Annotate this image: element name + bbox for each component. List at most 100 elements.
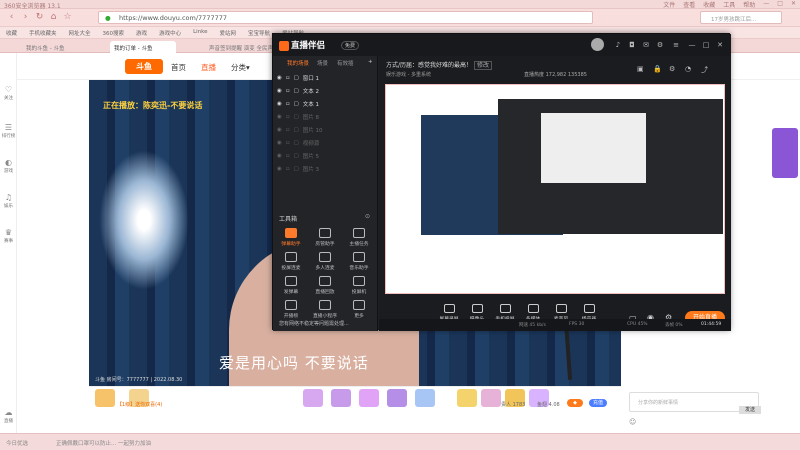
add-scene-icon[interactable]: + — [368, 59, 373, 65]
bell-icon[interactable]: ◔ — [685, 65, 691, 73]
tool-item[interactable]: 直播小程序 — [311, 300, 339, 319]
lock-icon[interactable]: 🔒 — [653, 65, 662, 73]
douyu-logo[interactable]: 斗鱼 — [125, 59, 163, 74]
maximize-icon[interactable]: □ — [701, 40, 711, 50]
gift-item[interactable] — [303, 389, 323, 407]
tab-orders[interactable]: 我的订单 - 斗鱼 — [110, 41, 176, 53]
bookmark-item[interactable]: 360搜索 — [103, 29, 125, 38]
menu-view[interactable]: 查看 — [683, 0, 695, 9]
tab-scene[interactable]: 场景 — [317, 59, 328, 67]
nav-live[interactable]: 直播 — [201, 62, 216, 73]
sidenav-follow[interactable]: ♡ 关注 — [0, 85, 17, 101]
status-left[interactable]: 今日优选 — [6, 439, 28, 447]
minimize-icon[interactable]: — — [763, 0, 769, 9]
home-icon[interactable]: ⌂ — [48, 12, 59, 23]
gold-badge[interactable]: ◆ — [567, 399, 583, 407]
gift-item[interactable] — [415, 389, 435, 407]
avatar[interactable] — [591, 38, 604, 51]
refresh-icon[interactable]: ↻ — [34, 12, 45, 23]
gift-item[interactable] — [387, 389, 407, 407]
eye-icon[interactable]: ◉ — [277, 75, 282, 81]
close-icon[interactable]: ✕ — [791, 0, 796, 9]
bookmark-item[interactable]: 收藏 — [6, 29, 17, 38]
emoji-icon[interactable]: ☺ — [629, 418, 636, 426]
gift-item[interactable] — [359, 389, 379, 407]
tool-item[interactable]: 更多 — [345, 300, 373, 319]
source-item[interactable]: ◉ ▫ ▢ 图片 8 — [277, 112, 319, 122]
network-warning[interactable]: 您有网络不稳定等问题需处理... — [279, 320, 349, 327]
tool-item[interactable]: 多人连麦 — [311, 252, 339, 271]
gift-item[interactable] — [331, 389, 351, 407]
address-bar[interactable]: ● https://www.douyu.com/7777777 — [98, 11, 593, 24]
lock-icon[interactable]: ▫ — [286, 140, 290, 146]
settings-icon[interactable]: ⚙ — [655, 40, 665, 50]
menu-favorites[interactable]: 收藏 — [703, 0, 715, 9]
mail-icon[interactable]: ✉ — [641, 40, 651, 50]
bookmark-item[interactable]: 爱站网 — [220, 29, 237, 38]
ad-banner[interactable] — [772, 128, 798, 178]
bookmark-item[interactable]: 游戏中心 — [159, 29, 181, 38]
sidenav-rank[interactable]: ☰ 排行榜 — [0, 123, 17, 139]
eye-icon[interactable]: ◉ — [277, 127, 282, 133]
recharge-button[interactable]: 充值 — [589, 399, 607, 407]
gift-item[interactable] — [457, 389, 477, 407]
edit-title-button[interactable]: 修改 — [473, 61, 492, 70]
tab-plugins[interactable]: 有效插 — [337, 59, 354, 67]
lock-icon[interactable]: ▫ — [286, 127, 290, 133]
sidenav-live[interactable]: ☁ 直播 — [0, 408, 17, 424]
status-news[interactable]: 正确佩戴口罩可以防止... 一起努力加油 — [56, 439, 151, 447]
forward-icon[interactable]: › — [20, 12, 31, 23]
sidenav-games[interactable]: ◐ 游戏 — [0, 158, 17, 174]
tool-item[interactable]: 直播回放 — [311, 276, 339, 295]
tool-item[interactable]: 弹幕助手 — [277, 228, 305, 247]
eye-icon[interactable]: ◉ — [277, 101, 282, 107]
headset-icon[interactable]: ♪ — [613, 40, 623, 50]
toolbox-more-icon[interactable]: ⊙ — [365, 213, 370, 220]
menu-tools[interactable]: 工具 — [723, 0, 735, 9]
share-icon[interactable]: ⤴ — [701, 65, 708, 75]
nav-category[interactable]: 分类▾ — [231, 62, 250, 73]
eye-icon[interactable]: ◉ — [277, 114, 282, 120]
source-item[interactable]: ◉ ▫ ▢ 文本 1 — [277, 99, 319, 109]
lock-icon[interactable]: ▫ — [286, 166, 290, 172]
eye-icon[interactable]: ◉ — [277, 166, 282, 172]
lock-icon[interactable]: ▫ — [286, 101, 290, 107]
sidenav-events[interactable]: ♛ 赛事 — [0, 228, 17, 244]
menu-file[interactable]: 文件 — [663, 0, 675, 9]
tool-item[interactable]: 音乐助手 — [345, 252, 373, 271]
bookmark-item[interactable]: 手机收藏夹 — [29, 29, 57, 38]
tab-douyu[interactable]: 我的斗鱼 - 斗鱼 — [22, 41, 84, 53]
eye-icon[interactable]: ◉ — [277, 140, 282, 146]
lock-icon[interactable]: ▫ — [286, 88, 290, 94]
tool-item[interactable]: 主播任务 — [345, 228, 373, 247]
source-item[interactable]: ◉ ▫ ▢ 窗口 1 — [277, 73, 319, 83]
back-icon[interactable]: ‹ — [6, 12, 17, 23]
bookmark-item[interactable]: Linke — [193, 29, 207, 38]
tool-item[interactable]: 投屏连麦 — [277, 252, 305, 271]
menu-icon[interactable]: ≡ — [671, 40, 681, 50]
gift-item[interactable] — [95, 389, 115, 407]
nav-home[interactable]: 首页 — [171, 62, 186, 73]
minimize-icon[interactable]: — — [687, 40, 697, 50]
search-input[interactable]: 17岁男孩跳江后... — [700, 11, 782, 24]
tool-item[interactable]: 开播榜 — [277, 300, 305, 319]
lock-icon[interactable]: ▫ — [286, 114, 290, 120]
layout-icon[interactable]: ▣ — [637, 65, 644, 73]
source-item[interactable]: ◉ ▫ ▢ 图片 3 — [277, 164, 319, 174]
source-item[interactable]: ◉ ▫ ▢ 图片 10 — [277, 125, 323, 135]
maximize-icon[interactable]: □ — [777, 0, 783, 9]
sidenav-fun[interactable]: ♫ 娱乐 — [0, 193, 17, 209]
stream-category[interactable]: 娱乐游戏 - 多重系统 — [386, 71, 431, 78]
gear-icon[interactable]: ⚙ — [669, 65, 675, 73]
menu-help[interactable]: 帮助 — [743, 0, 755, 9]
source-item[interactable]: ◉ ▫ ▢ 视频源 — [277, 138, 319, 148]
bookmark-item[interactable]: 宝宝导航 — [248, 29, 270, 38]
tab-my-scene[interactable]: 我的场景 — [287, 59, 309, 67]
source-item[interactable]: ◉ ▫ ▢ 图片 5 — [277, 151, 319, 161]
stream-preview[interactable] — [385, 84, 725, 294]
source-item[interactable]: ◉ ▫ ▢ 文本 2 — [277, 86, 319, 96]
lock-icon[interactable]: ▫ — [286, 75, 290, 81]
tool-item[interactable]: 发弹幕 — [277, 276, 305, 295]
eye-icon[interactable]: ◉ — [277, 88, 282, 94]
tool-item[interactable]: 投屏机 — [345, 276, 373, 295]
